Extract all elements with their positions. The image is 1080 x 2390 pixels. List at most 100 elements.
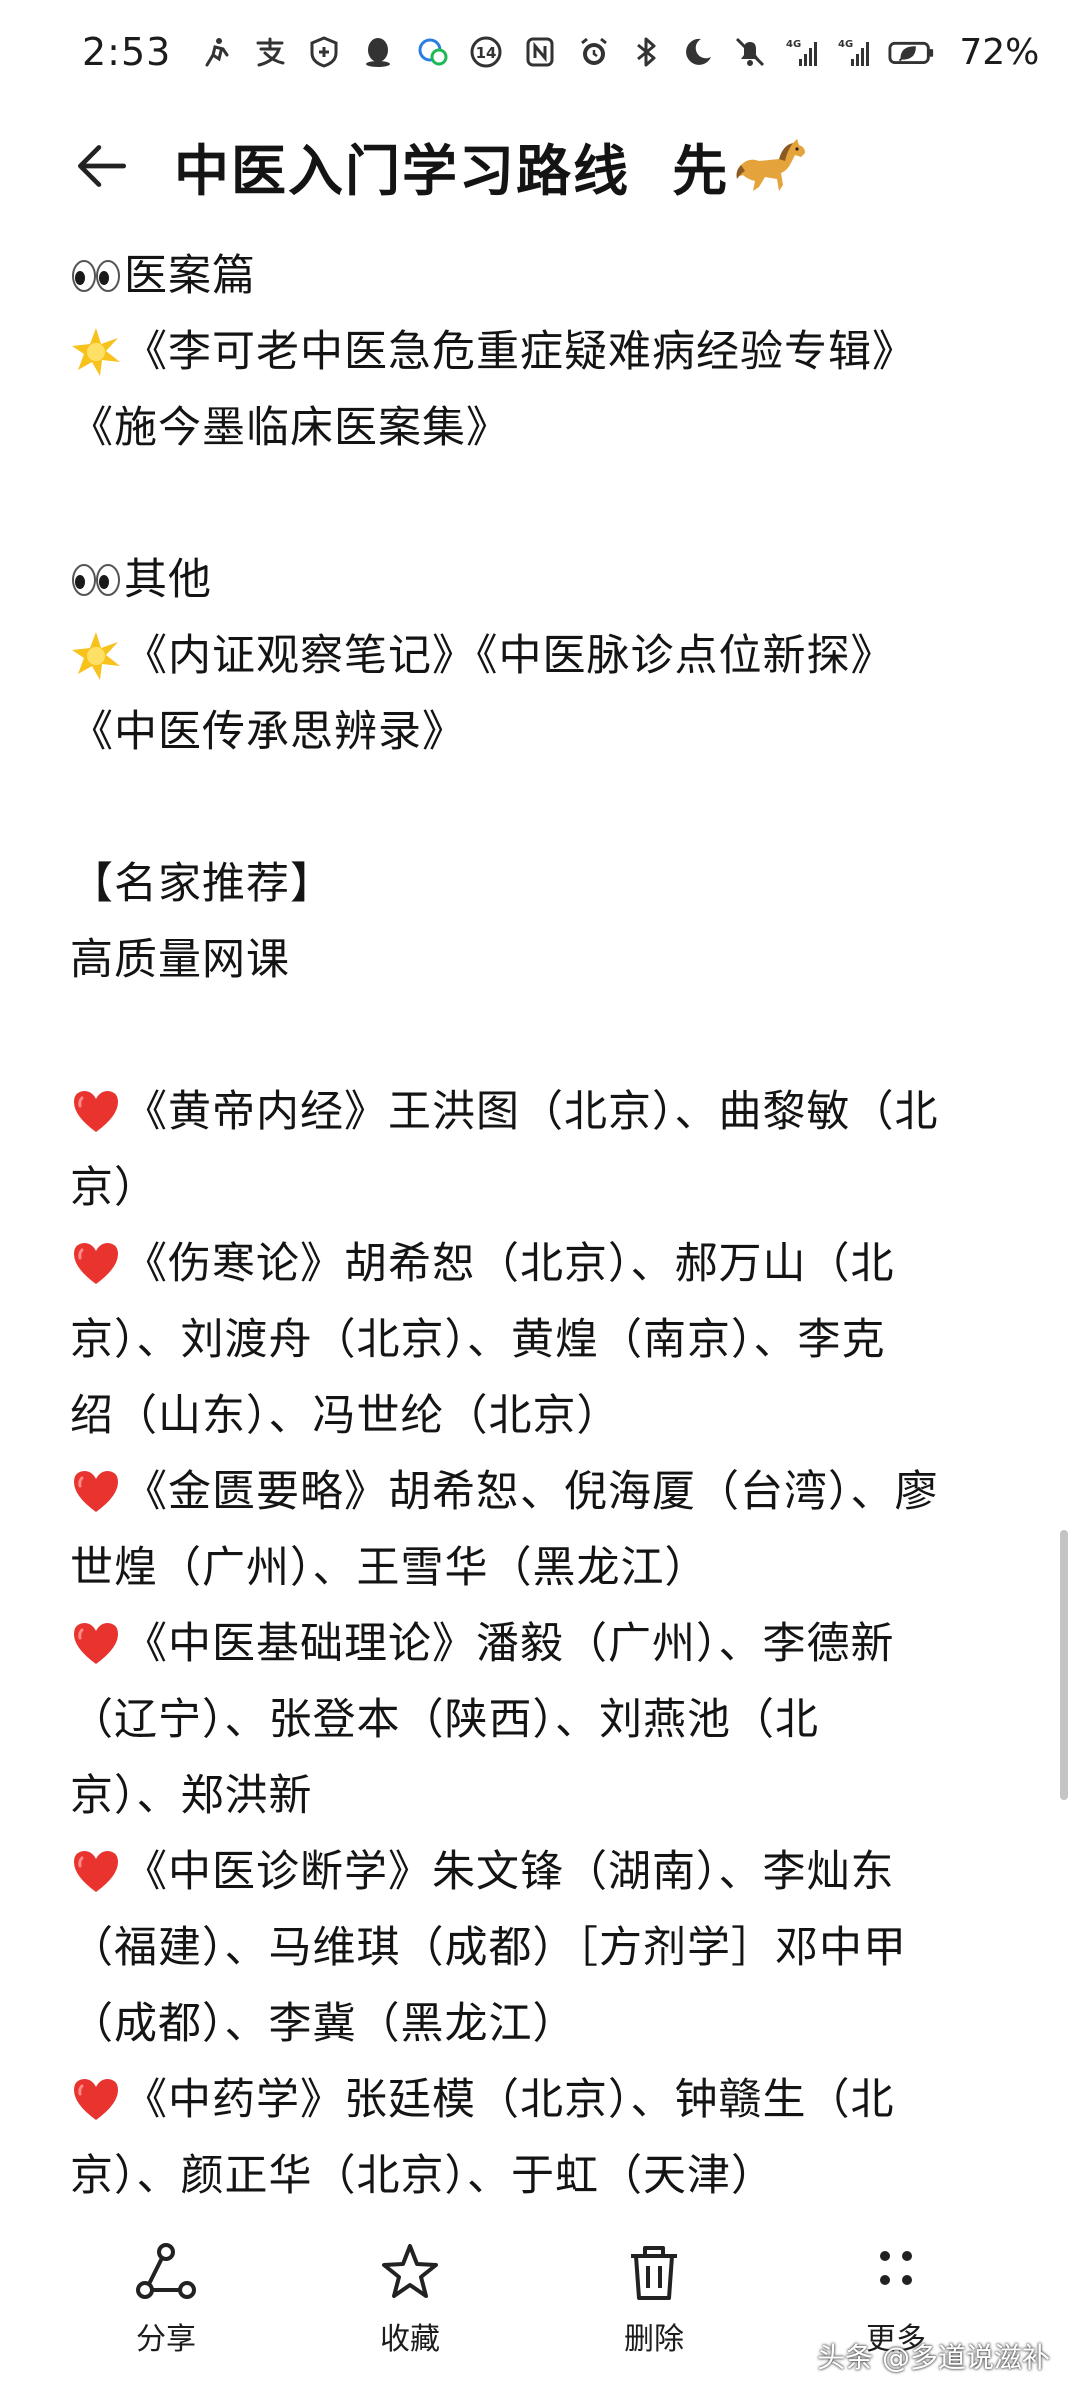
share-icon bbox=[136, 2243, 196, 2299]
battery-percentage: 72% bbox=[959, 31, 1040, 73]
heart-icon bbox=[70, 2074, 122, 2126]
text-line: 高质量网课 bbox=[70, 922, 1015, 998]
text-line: 京） bbox=[70, 1150, 1015, 1226]
star-emoji-icon bbox=[70, 326, 122, 378]
status-right: 4G 4G 72% bbox=[575, 32, 1039, 73]
signal-icon: 4G bbox=[835, 33, 873, 71]
status-bar: 2:53 14 4G 4G 72% bbox=[0, 0, 1080, 104]
share-label: 分享 bbox=[136, 2322, 196, 2357]
heart-icon bbox=[70, 1238, 122, 1290]
line-text: 京）、颜正华（北京）、于虹（天津） bbox=[70, 2151, 775, 2201]
page-title-text: 中医入门学习路线 先 bbox=[174, 139, 730, 203]
chat-icon bbox=[413, 33, 451, 71]
text-line: 《中药学》张廷模（北京）、钟赣生（北 bbox=[70, 2062, 1015, 2138]
text-line: 其他 bbox=[70, 542, 1015, 618]
watermark: 头条 @多道说滋补 bbox=[817, 2341, 1050, 2374]
line-text: 高质量网课 bbox=[70, 935, 290, 985]
status-left: 2:53 14 bbox=[82, 30, 575, 74]
eyes-icon bbox=[70, 554, 122, 606]
share-button[interactable]: 分享 bbox=[86, 2240, 246, 2358]
text-line: 京）、郑洪新 bbox=[70, 1758, 1015, 1834]
text-line: 《中医诊断学》朱文锋（湖南）、李灿东 bbox=[70, 1834, 1015, 1910]
text-line: 《内证观察笔记》《中医脉诊点位新探》 bbox=[70, 618, 1015, 694]
text-line: 《金匮要略》胡希恕、倪海厦（台湾）、廖 bbox=[70, 1454, 1015, 1530]
mute-icon bbox=[731, 33, 769, 71]
text-line: 【名家推荐】 bbox=[70, 846, 1015, 922]
line-text: 《中医传承思辨录》 bbox=[70, 707, 466, 757]
delete-label: 删除 bbox=[624, 2322, 684, 2357]
line-text: 《伤寒论》胡希恕（北京）、郝万山（北 bbox=[124, 1239, 895, 1289]
svg-text:14: 14 bbox=[476, 44, 497, 62]
signal-icon: 4G bbox=[783, 33, 821, 71]
app-14-icon: 14 bbox=[467, 33, 505, 71]
text-line: （辽宁）、张登本（陕西）、刘燕池（北 bbox=[70, 1682, 1015, 1758]
line-text: （成都）、李冀（黑龙江） bbox=[70, 1999, 577, 2049]
nfc-icon bbox=[521, 33, 559, 71]
star-icon bbox=[382, 2244, 438, 2298]
bluetooth-icon bbox=[627, 33, 665, 71]
line-text: 《施今墨临床医案集》 bbox=[70, 403, 510, 453]
status-time: 2:53 bbox=[82, 30, 172, 74]
line-text: 《内证观察笔记》《中医脉诊点位新探》 bbox=[124, 631, 895, 681]
line-text: 京）、刘渡舟（北京）、黄煌（南京）、李克 bbox=[70, 1315, 886, 1365]
svg-text:4G: 4G bbox=[838, 39, 853, 50]
alipay-icon bbox=[251, 33, 289, 71]
header: 中医入门学习路线 先 bbox=[0, 104, 1080, 228]
alarm-icon bbox=[575, 33, 613, 71]
line-text: 《金匮要略》胡希恕、倪海厦（台湾）、廖 bbox=[124, 1467, 939, 1517]
text-line: （成都）、李冀（黑龙江） bbox=[70, 1986, 1015, 2062]
text-line: 《李可老中医急危重症疑难病经验专辑》 bbox=[70, 314, 1015, 390]
page-title: 中医入门学习路线 先 bbox=[174, 126, 809, 206]
bottom-toolbar: 分享 收藏 删除 更多 头条 @多道说滋补 bbox=[0, 2230, 1080, 2390]
shield-app-icon bbox=[305, 33, 343, 71]
text-line: 世煌（广州）、王雪华（黑龙江） bbox=[70, 1530, 1015, 1606]
eyes-icon bbox=[70, 250, 122, 302]
line-text: （辽宁）、张登本（陕西）、刘燕池（北 bbox=[70, 1695, 819, 1745]
text-line: 京）、刘渡舟（北京）、黄煌（南京）、李克 bbox=[70, 1302, 1015, 1378]
back-arrow-icon bbox=[78, 145, 127, 187]
line-text: 《黄帝内经》王洪图（北京）、曲黎敏（北 bbox=[124, 1087, 939, 1137]
line-text: 京）、郑洪新 bbox=[70, 1771, 313, 1821]
moon-icon bbox=[679, 33, 717, 71]
line-text: 《中医诊断学》朱文锋（湖南）、李灿东 bbox=[124, 1847, 895, 1897]
line-text: 《中药学》张廷模（北京）、钟赣生（北 bbox=[124, 2075, 895, 2125]
delete-button[interactable]: 删除 bbox=[574, 2240, 734, 2358]
text-line: 《黄帝内经》王洪图（北京）、曲黎敏（北 bbox=[70, 1074, 1015, 1150]
line-text: 【名家推荐】 bbox=[70, 859, 334, 909]
trash-icon bbox=[631, 2246, 677, 2300]
back-button[interactable] bbox=[56, 121, 146, 211]
text-line: 绍（山东）、冯世纶（北京） bbox=[70, 1378, 1015, 1454]
text-line: 《中医传承思辨录》 bbox=[70, 694, 1015, 770]
battery-icon bbox=[887, 33, 937, 71]
line-text: （福建）、马维琪（成都）［方剂学］邓中甲 bbox=[70, 1923, 907, 1973]
more-dots-icon bbox=[880, 2251, 912, 2285]
line-text: 世煌（广州）、王雪华（黑龙江） bbox=[70, 1543, 709, 1593]
text-line: （福建）、马维琪（成都）［方剂学］邓中甲 bbox=[70, 1910, 1015, 1986]
scrollbar[interactable] bbox=[1060, 1530, 1068, 1800]
text-line: 京）、颜正华（北京）、于虹（天津） bbox=[70, 2138, 1015, 2214]
line-text: 医案篇 bbox=[124, 251, 256, 301]
text-line: 《施今墨临床医案集》 bbox=[70, 390, 1015, 466]
heart-icon bbox=[70, 1466, 122, 1518]
text-line: 医案篇 bbox=[70, 238, 1015, 314]
text-line: 《伤寒论》胡希恕（北京）、郝万山（北 bbox=[70, 1226, 1015, 1302]
note-content: 医案篇《李可老中医急危重症疑难病经验专辑》《施今墨临床医案集》其他《内证观察笔记… bbox=[70, 238, 1015, 2214]
star-emoji-icon bbox=[70, 630, 122, 682]
heart-icon bbox=[70, 1618, 122, 1670]
line-text: 《李可老中医急危重症疑难病经验专辑》 bbox=[124, 327, 916, 377]
line-text: 绍（山东）、冯世纶（北京） bbox=[70, 1391, 621, 1441]
qq-icon bbox=[359, 33, 397, 71]
heart-icon bbox=[70, 1086, 122, 1138]
heart-icon bbox=[70, 1846, 122, 1898]
run-icon bbox=[197, 33, 235, 71]
favorite-label: 收藏 bbox=[380, 2322, 440, 2357]
line-text: 其他 bbox=[124, 555, 212, 605]
line-text: 《中医基础理论》潘毅（广州）、李德新 bbox=[124, 1619, 895, 1669]
favorite-button[interactable]: 收藏 bbox=[330, 2240, 490, 2358]
horse-icon bbox=[735, 135, 809, 197]
svg-text:4G: 4G bbox=[786, 39, 801, 50]
line-text: 京） bbox=[70, 1163, 158, 1213]
